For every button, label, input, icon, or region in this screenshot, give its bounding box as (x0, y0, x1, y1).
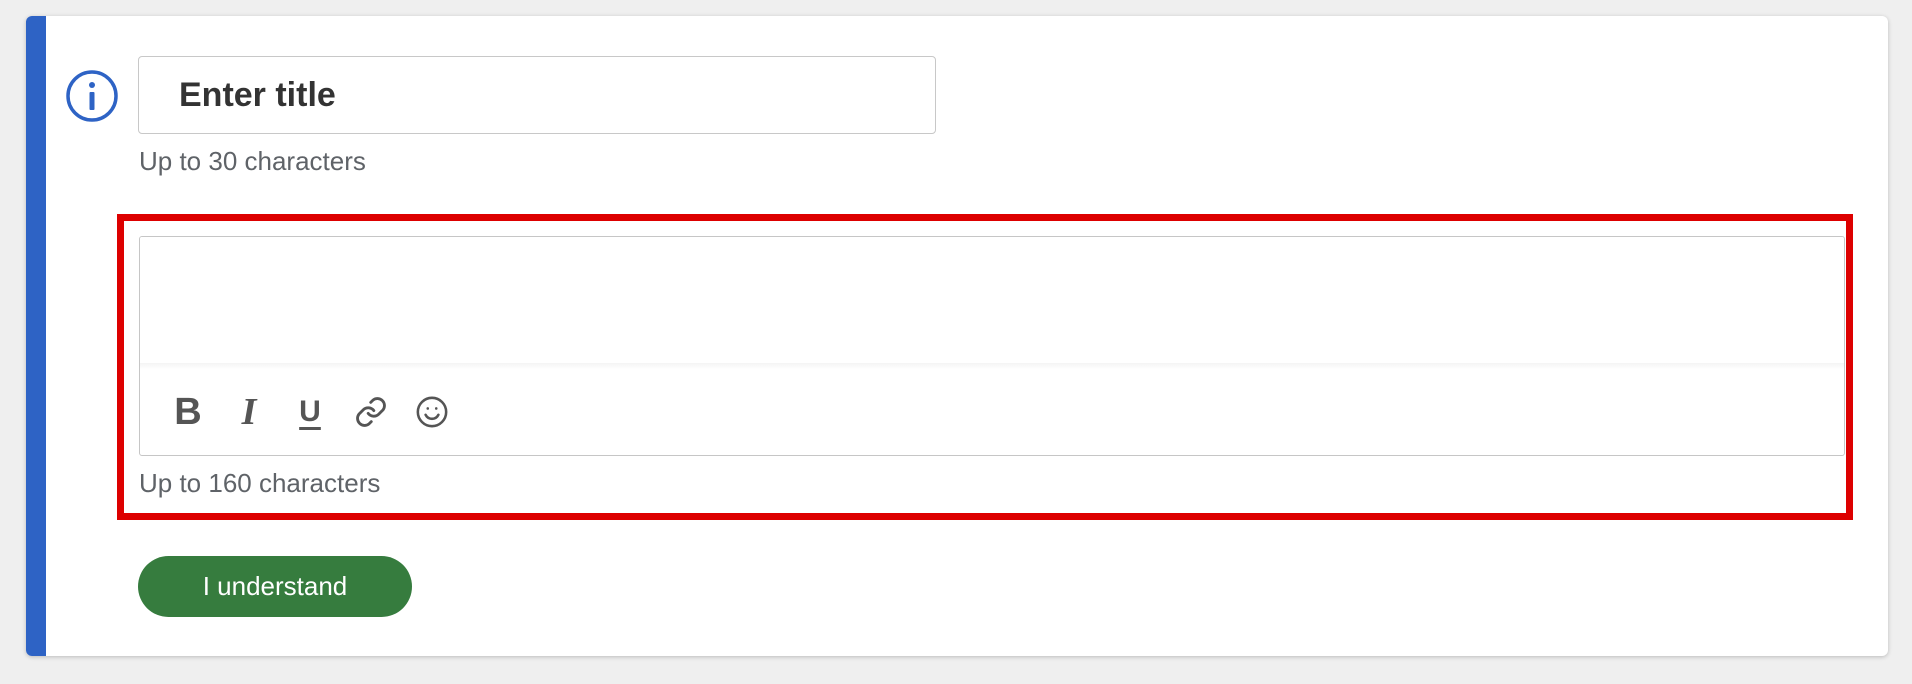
info-icon (66, 70, 118, 122)
link-button[interactable] (351, 389, 391, 435)
italic-button[interactable]: I (229, 389, 269, 435)
notice-card: Up to 30 characters B I U (26, 16, 1888, 656)
message-hint: Up to 160 characters (139, 468, 381, 498)
accent-bar (26, 16, 46, 656)
message-textarea[interactable] (140, 237, 1844, 365)
formatting-toolbar: B I U (168, 387, 473, 437)
message-editor: B I U (139, 236, 1845, 456)
link-icon (356, 397, 386, 427)
underline-button[interactable]: U (290, 389, 330, 435)
emoji-button[interactable] (412, 389, 452, 435)
i-understand-button[interactable]: I understand (138, 556, 412, 617)
smiley-icon (416, 396, 448, 428)
title-hint: Up to 30 characters (139, 146, 366, 176)
editor-divider (140, 363, 1844, 369)
title-input[interactable] (138, 56, 936, 134)
bold-button[interactable]: B (168, 389, 208, 435)
